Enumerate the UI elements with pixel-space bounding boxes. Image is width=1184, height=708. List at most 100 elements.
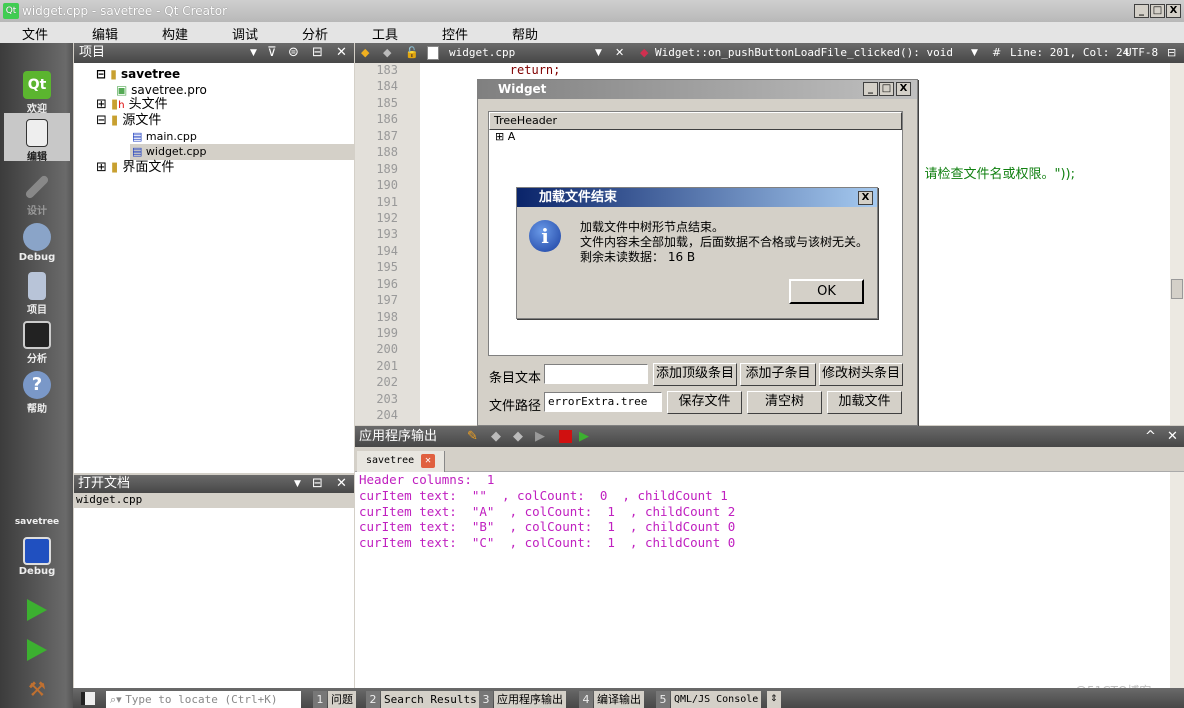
close-panel-icon[interactable]: ✕ xyxy=(336,475,347,493)
mode-projects[interactable]: 项目 xyxy=(4,272,70,316)
add-child-item-button[interactable]: 添加子条目 xyxy=(740,363,816,386)
split-icon[interactable]: ⊟ xyxy=(1167,43,1176,63)
close-button[interactable]: X xyxy=(1166,4,1181,18)
tree-item-a[interactable]: ⊞ A xyxy=(489,130,902,143)
tab-compile-output[interactable]: 编译输出 xyxy=(594,691,644,708)
window-title-bar: Qt widget.cpp - savetree - Qt Creator xyxy=(0,0,1184,22)
edit-header-button[interactable]: 修改树头条目 xyxy=(819,363,903,386)
tab-search-results[interactable]: Search Results xyxy=(381,691,480,708)
line-number: 187 xyxy=(376,128,398,143)
output-scrollbar[interactable] xyxy=(1170,472,1184,688)
code-line[interactable]: return; xyxy=(420,63,1170,79)
line-number: 189 xyxy=(376,161,398,176)
next-icon[interactable]: ◆ xyxy=(513,426,523,447)
rerun-icon[interactable]: ▶ xyxy=(535,426,545,447)
split-icon[interactable]: ⊟ xyxy=(312,475,323,493)
sync-link-icon[interactable]: ⊜ xyxy=(288,43,299,63)
ok-button[interactable]: OK xyxy=(789,279,864,304)
view-dropdown-icon[interactable]: ▼ xyxy=(250,43,257,63)
mode-help[interactable]: ? 帮助 xyxy=(4,371,70,415)
help-icon: ? xyxy=(23,371,51,399)
run-button[interactable] xyxy=(4,599,70,627)
oscilloscope-icon xyxy=(23,321,51,349)
toggle-sidebar-icon[interactable] xyxy=(81,692,95,705)
menu-analyze[interactable]: 分析 xyxy=(280,22,350,43)
mode-debug[interactable]: Debug xyxy=(4,223,70,263)
minimize-button[interactable]: _ xyxy=(1134,4,1149,18)
line-number: 185 xyxy=(376,95,398,110)
mode-edit[interactable]: 编辑 xyxy=(4,113,70,163)
clear-output-icon[interactable]: ✎ xyxy=(467,426,478,447)
menu-build[interactable]: 构建 xyxy=(140,22,210,43)
project-panel-title: 项目 xyxy=(79,45,106,60)
cursor-position[interactable]: Line: 201, Col: 24 xyxy=(1010,43,1129,63)
line-number: 193 xyxy=(376,227,398,242)
widget-close[interactable]: X xyxy=(896,82,911,96)
menu-debug[interactable]: 调试 xyxy=(210,22,280,43)
line-number: 204 xyxy=(376,408,398,423)
close-tab-icon[interactable]: ✕ xyxy=(421,454,435,468)
menu-controls[interactable]: 控件 xyxy=(420,22,490,43)
menu-edit[interactable]: 编辑 xyxy=(70,22,140,43)
tab-number: 4 xyxy=(579,691,593,708)
maximize-button[interactable]: □ xyxy=(1150,4,1165,18)
message-box-close[interactable]: X xyxy=(858,191,873,205)
close-panel-icon[interactable]: ✕ xyxy=(336,43,347,63)
tree-item-sources[interactable]: ⊟ ▮ 源文件 xyxy=(96,113,161,129)
file-selector[interactable]: widget.cpp xyxy=(449,43,515,63)
tree-header[interactable]: TreeHeader xyxy=(489,112,902,130)
tree-item-headers[interactable]: ⊞ ▮h 头文件 xyxy=(96,97,168,113)
mode-design[interactable]: 设计 xyxy=(4,173,70,217)
load-file-button[interactable]: 加载文件 xyxy=(827,391,902,414)
output-tab-savetree[interactable]: savetree ✕ xyxy=(357,451,445,472)
symbol-dropdown-icon[interactable]: ▼ xyxy=(971,43,978,63)
mode-welcome[interactable]: Qt 欢迎 xyxy=(4,71,70,115)
menu-tools[interactable]: 工具 xyxy=(350,22,420,43)
qt-logo-icon: Qt xyxy=(3,3,19,19)
build-button[interactable]: ⚒ xyxy=(4,677,70,703)
menu-help[interactable]: 帮助 xyxy=(490,22,560,43)
clear-tree-button[interactable]: 清空树 xyxy=(747,391,822,414)
close-pane-icon[interactable]: ✕ xyxy=(1167,426,1178,447)
tab-issues[interactable]: 问题 xyxy=(328,691,356,708)
tree-item-main-cpp[interactable]: ▤ main.cpp xyxy=(132,129,197,145)
attach-debugger-icon[interactable]: ▶ xyxy=(579,426,589,447)
tree-item-project[interactable]: ⊟ ▮ savetree xyxy=(96,66,180,82)
tree-item-forms[interactable]: ⊞ ▮ 界面文件 xyxy=(96,160,174,176)
open-doc-item[interactable]: widget.cpp xyxy=(74,493,354,508)
kit-project-name: savetree xyxy=(14,517,60,527)
file-dropdown-icon[interactable]: ▼ xyxy=(595,43,602,63)
forward-icon[interactable]: ◆ xyxy=(383,43,391,63)
widget-maximize[interactable]: □ xyxy=(879,82,894,96)
file-path-input[interactable]: errorExtra.tree xyxy=(544,392,662,412)
tab-qml-console[interactable]: QML/JS Console xyxy=(671,691,762,708)
tab-application-output[interactable]: 应用程序输出 xyxy=(494,691,566,708)
locator-input[interactable]: ⌕▾ Type to locate (Ctrl+K) xyxy=(106,691,301,708)
prev-icon[interactable]: ◆ xyxy=(491,426,501,447)
debug-run-button[interactable] xyxy=(4,639,70,667)
filter-icon[interactable]: ⊽ xyxy=(267,43,277,63)
item-text-input[interactable] xyxy=(544,364,648,384)
menu-file[interactable]: 文件 xyxy=(0,22,70,43)
save-file-button[interactable]: 保存文件 xyxy=(667,391,742,414)
add-top-item-button[interactable]: 添加顶级条目 xyxy=(653,363,737,386)
line-number: 195 xyxy=(376,260,398,275)
tree-item-pro-file[interactable]: ▣ savetree.pro xyxy=(116,82,207,98)
editor-scrollbar[interactable] xyxy=(1170,63,1184,425)
maximize-pane-icon[interactable]: ^ xyxy=(1145,426,1156,447)
line-number: 184 xyxy=(376,79,398,94)
more-tabs-icon[interactable]: ⇕ xyxy=(767,691,781,708)
line-number: 196 xyxy=(376,276,398,291)
application-output[interactable]: Header columns: 1 curItem text: "" , colC… xyxy=(355,472,1170,688)
mode-analyze[interactable]: 分析 xyxy=(4,321,70,365)
stop-icon[interactable] xyxy=(559,430,572,443)
dropdown-icon[interactable]: ▼ xyxy=(294,475,301,493)
symbol-selector[interactable]: Widget::on_pushButtonLoadFile_clicked():… xyxy=(655,43,953,63)
scrollbar-thumb[interactable] xyxy=(1171,279,1183,299)
split-icon[interactable]: ⊟ xyxy=(312,43,323,63)
tree-item-widget-cpp[interactable]: ▤ widget.cpp xyxy=(130,144,354,160)
kit-selector[interactable]: Debug xyxy=(4,537,70,577)
close-file-icon[interactable]: ✕ xyxy=(615,43,624,63)
back-icon[interactable]: ◆ xyxy=(361,43,369,63)
widget-minimize[interactable]: _ xyxy=(863,82,878,96)
